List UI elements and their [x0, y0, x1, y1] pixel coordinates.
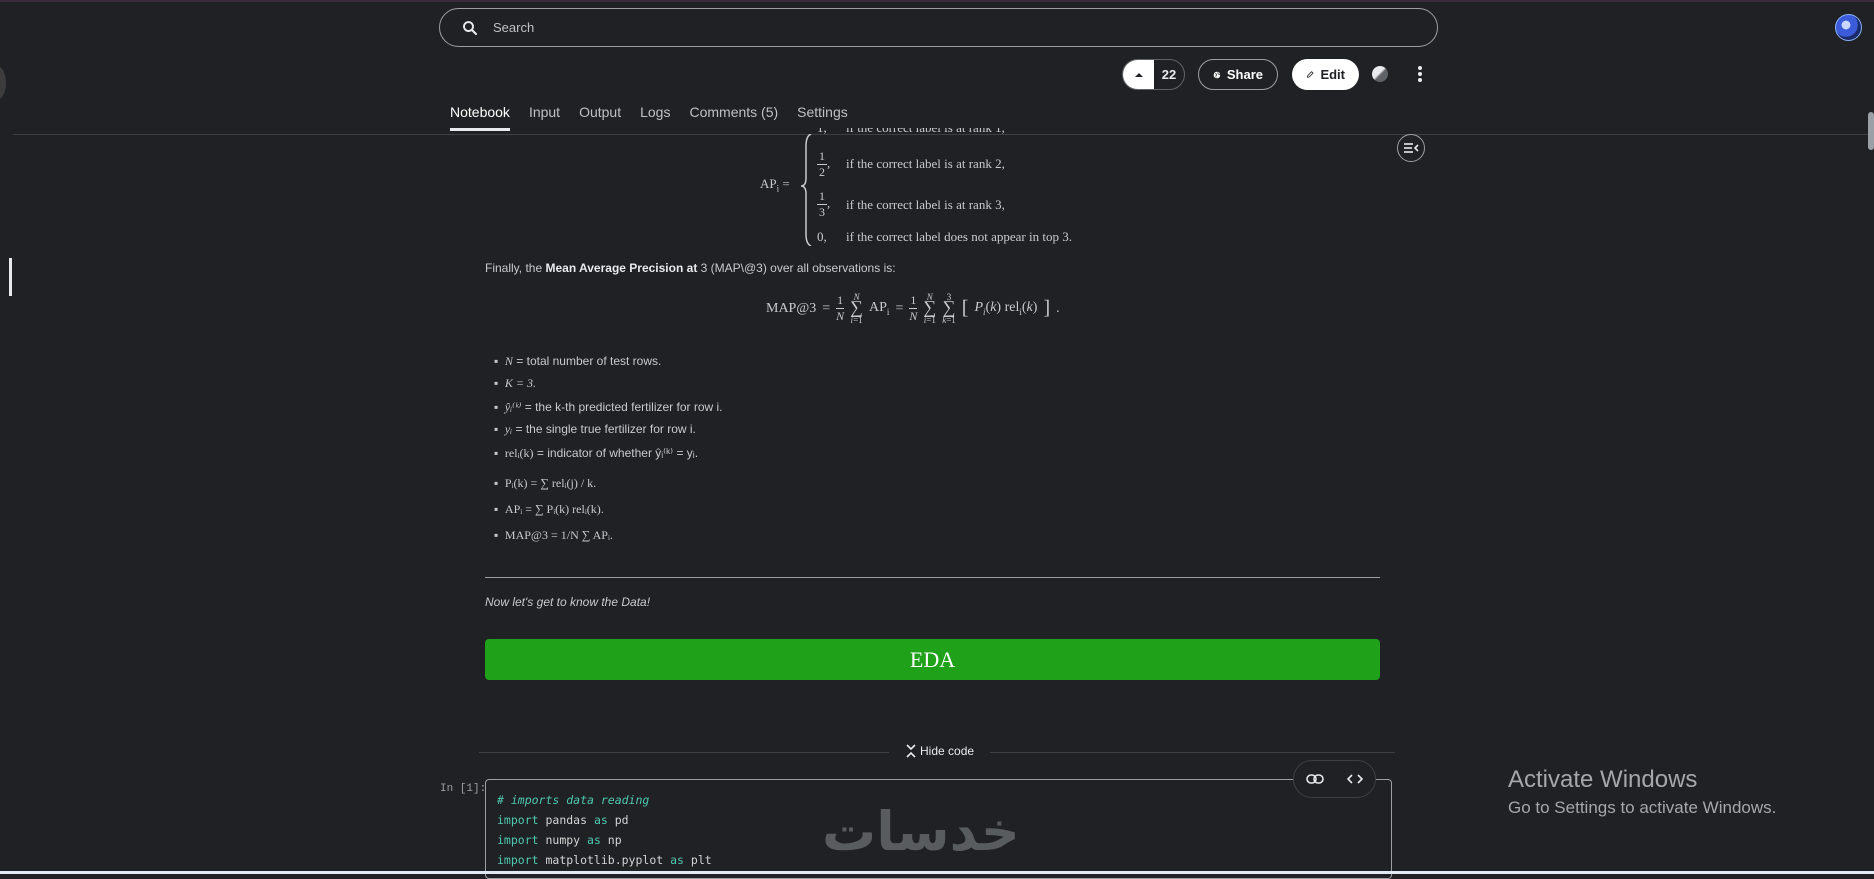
- list-item: ▪ MAP@3 = 1/N ∑ APᵢ.: [494, 528, 613, 542]
- top-border: [0, 0, 1874, 2]
- sidebar-toggle[interactable]: [0, 66, 6, 100]
- cell-execution-label: In [1]:: [440, 783, 487, 795]
- code-icon[interactable]: [1347, 773, 1364, 785]
- eda-heading: EDA: [909, 646, 956, 672]
- watermark-logo: خدسات: [822, 800, 1020, 863]
- map-formula: MAP@3 = 1N N ∑ i=1 APi = 1N N ∑ i=1 3 ∑ k=1 [Pi(…: [766, 292, 1060, 325]
- tab-input[interactable]: Input: [529, 104, 560, 131]
- list-item: ▪ Pᵢ(k) = ∑ relᵢ(j) / k.: [494, 476, 597, 490]
- pencil-icon: [1306, 71, 1314, 78]
- code-divider-right: [990, 752, 1395, 753]
- list-item: ▪ N = total number of test rows.: [494, 354, 662, 368]
- code-line: import pandas as pd: [497, 813, 629, 827]
- notebook-tabs: Notebook Input Output Logs Comments (5) …: [450, 104, 867, 131]
- vote-count: 22: [1161, 67, 1177, 82]
- user-avatar[interactable]: [1835, 14, 1862, 41]
- eda-section-banner: EDA: [485, 639, 1380, 680]
- tab-notebook[interactable]: Notebook: [450, 104, 510, 131]
- collapse-icon: [906, 744, 916, 758]
- hide-code-label: Hide code: [920, 744, 975, 758]
- text-cursor-marker: [9, 258, 12, 296]
- intro-to-data-text: Now let's get to know the Data!: [485, 595, 651, 609]
- theme-toggle-icon[interactable]: [1372, 66, 1388, 82]
- tab-comments[interactable]: Comments (5): [689, 104, 778, 131]
- search-bar[interactable]: [439, 8, 1438, 47]
- list-item: ▪ APᵢ = ∑ Pᵢ(k) relᵢ(k).: [494, 502, 604, 516]
- windows-activation-notice: Activate Windows Go to Settings to activ…: [1508, 766, 1776, 818]
- upvote-button[interactable]: [1123, 60, 1154, 89]
- upvote-control[interactable]: 22: [1122, 59, 1185, 90]
- cell-toolbar: [1293, 760, 1376, 798]
- search-input[interactable]: [491, 19, 1437, 36]
- more-options-icon[interactable]: [1410, 64, 1430, 84]
- list-item: ▪ relᵢ(k) = indicator of whether ŷᵢ⁽ᵏ⁾ =…: [494, 446, 699, 460]
- case-4: 0, if the correct label does not appear …: [817, 229, 1072, 244]
- activation-subtitle: Go to Settings to activate Windows.: [1508, 798, 1777, 817]
- share-label: Share: [1226, 67, 1263, 82]
- scrollbar-thumb[interactable]: [1868, 112, 1874, 150]
- edit-button[interactable]: Edit: [1292, 59, 1359, 90]
- activation-title: Activate Windows: [1508, 766, 1698, 793]
- link-icon[interactable]: [1305, 773, 1324, 785]
- share-button[interactable]: Share: [1198, 59, 1278, 90]
- list-item: ▪ yᵢ = the single true fertilizer for ro…: [494, 422, 696, 436]
- ap-lhs: APi =: [760, 176, 790, 194]
- horizontal-rule: [485, 577, 1380, 578]
- cases-brace: [800, 134, 812, 246]
- table-of-contents-button[interactable]: [1397, 134, 1425, 162]
- search-icon: [463, 20, 478, 35]
- list-item: ▪ ŷᵢ⁽ᵏ⁾ = the k-th predicted fertilizer …: [494, 400, 723, 414]
- code-content[interactable]: # imports data reading import pandas as …: [497, 790, 712, 870]
- definitions-list: ▪ N = total number of test rows. ▪ K = 3…: [494, 350, 723, 546]
- edit-label: Edit: [1320, 67, 1345, 82]
- case-1: 1, if the correct label is at rank 1,: [817, 128, 1117, 136]
- map-intro-paragraph: Finally, the Mean Average Precision at 3…: [485, 261, 896, 275]
- tab-settings[interactable]: Settings: [797, 104, 848, 131]
- case-3: 13 , if the correct label is at rank 3,: [817, 189, 1005, 219]
- code-line: import matplotlib.pyplot as plt: [497, 853, 712, 867]
- globe-icon: [1213, 71, 1221, 78]
- code-divider-left: [479, 752, 889, 753]
- tab-output[interactable]: Output: [579, 104, 621, 131]
- list-item: ▪ K = 3.: [494, 376, 537, 390]
- hide-code-toggle[interactable]: Hide code: [906, 744, 974, 758]
- toc-icon: [1404, 143, 1419, 153]
- case-2: 12 , if the correct label is at rank 2,: [817, 149, 1005, 179]
- code-line: # imports data reading: [497, 793, 650, 807]
- tab-logs[interactable]: Logs: [640, 104, 670, 131]
- caret-up-icon: [1134, 72, 1143, 77]
- code-line: import numpy as np: [497, 833, 622, 847]
